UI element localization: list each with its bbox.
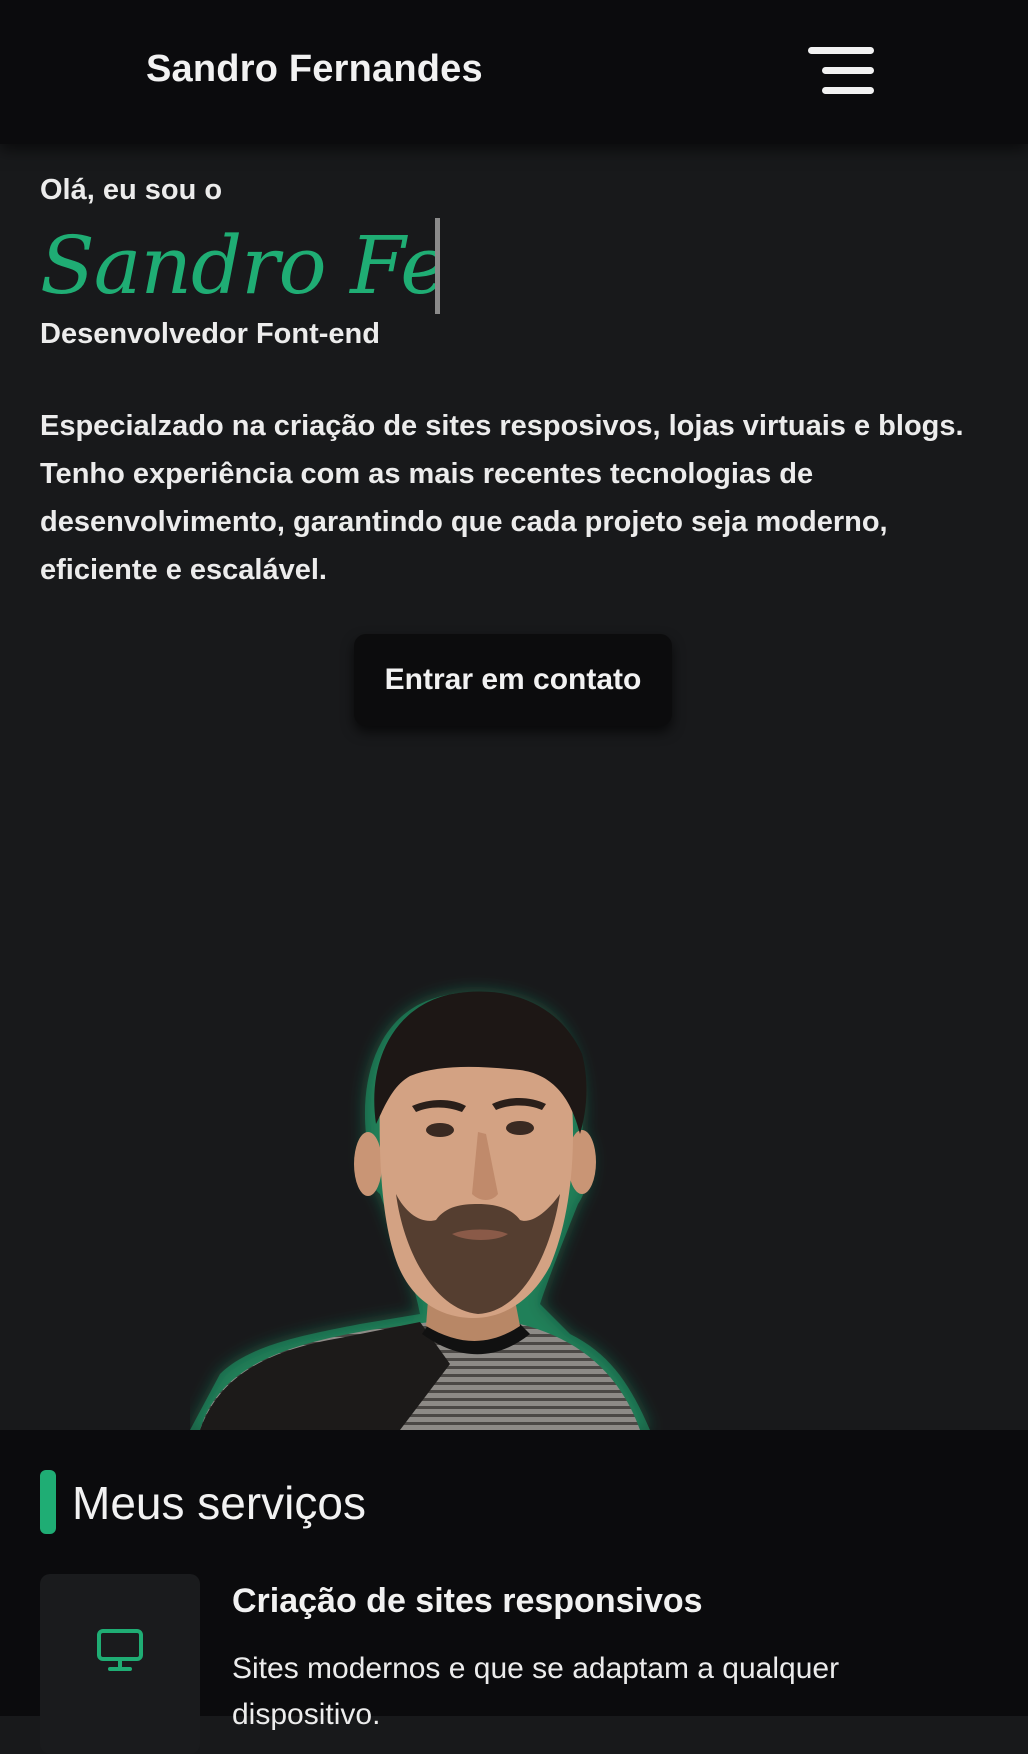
typing-caret [435,218,440,314]
typed-name-container: Sandro Fern [40,216,440,316]
contact-button[interactable]: Entrar em contato [354,634,672,726]
menu-icon-line [822,67,874,74]
greeting-text: Olá, eu sou o [40,174,223,206]
services-section: Meus serviços Criação de sites responsiv… [0,1430,1028,1754]
brand-name[interactable]: Sandro Fernandes [146,48,483,91]
site-header: Sandro Fernandes [0,0,1028,144]
hero-section: Olá, eu sou o Sandro Fern Desenvolvedor … [0,144,1028,1430]
section-accent-bar [40,1470,56,1534]
hamburger-menu-icon [808,47,874,54]
services-heading: Meus serviços [72,1477,366,1529]
hero-description: Especialzado na criação de sites resposi… [40,410,964,586]
typed-name: Sandro Fern [40,219,435,312]
role-subtitle: Desenvolvedor Font-end [40,318,380,350]
service-description: Sites modernos e que se adaptam a qualqu… [232,1652,840,1731]
hamburger-menu-button[interactable] [800,40,882,102]
service-icon-card [40,1574,200,1754]
monitor-icon [97,1629,143,1671]
service-title: Criação de sites responsivos [232,1582,703,1620]
menu-icon-line [822,87,874,94]
profile-photo [190,991,650,1430]
